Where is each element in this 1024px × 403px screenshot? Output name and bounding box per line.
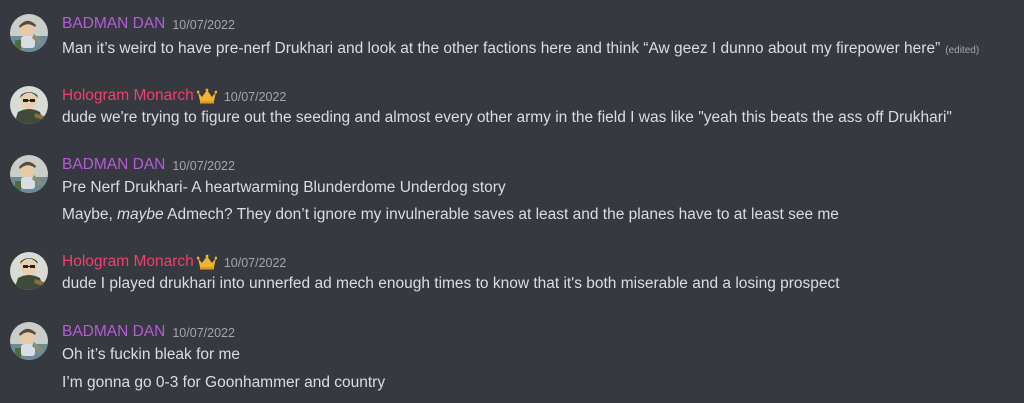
avatar-badman-dan[interactable] <box>10 322 48 360</box>
message-line: I’m gonna go 0-3 for Goonhammer and coun… <box>62 373 385 393</box>
avatar-hologram-monarch[interactable] <box>10 86 48 124</box>
message-text: dude I played drukhari into unnerfed ad … <box>62 275 840 292</box>
avatar-badman-icon <box>10 322 48 360</box>
avatar-badman-dan[interactable] <box>10 155 48 193</box>
message-header: BADMAN DAN 10/07/2022 <box>62 155 235 175</box>
username[interactable]: Hologram Monarch <box>62 87 194 105</box>
message-text: dude we're trying to figure out the seed… <box>62 109 952 126</box>
edited-label: (edited) <box>945 45 980 56</box>
message-header: Hologram Monarch 10/07/2022 <box>62 252 286 272</box>
message-line: Oh it’s fuckin bleak for me <box>62 345 240 365</box>
username[interactable]: Hologram Monarch <box>62 253 194 271</box>
timestamp: 10/07/2022 <box>172 159 235 173</box>
message-text-italic: maybe <box>117 206 164 223</box>
message-text: Pre Nerf Drukhari- A heartwarming Blunde… <box>62 179 506 196</box>
timestamp: 10/07/2022 <box>223 90 287 104</box>
avatar-badman-icon <box>10 14 48 52</box>
username[interactable]: BADMAN DAN <box>62 15 165 33</box>
message-text: I’m gonna go 0-3 for Goonhammer and coun… <box>62 374 386 391</box>
message-header: BADMAN DAN 10/07/2022 <box>62 14 235 34</box>
avatar-hologram-monarch[interactable] <box>10 252 48 290</box>
timestamp: 10/07/2022 <box>223 256 287 270</box>
username[interactable]: BADMAN DAN <box>62 323 165 341</box>
message-line: Man it’s weird to have pre-nerf Drukhari… <box>62 39 979 59</box>
avatar-badman-dan[interactable] <box>10 14 48 52</box>
username[interactable]: BADMAN DAN <box>62 156 165 174</box>
crown-icon <box>196 254 217 270</box>
message-header: BADMAN DAN 10/07/2022 <box>62 322 235 342</box>
message-text-prefix: Maybe, <box>62 206 118 223</box>
timestamp: 10/07/2022 <box>172 326 235 340</box>
message-text: Oh it’s fuckin bleak for me <box>62 346 241 363</box>
message-text: Man it’s weird to have pre-nerf Drukhari… <box>62 40 941 57</box>
message-header: Hologram Monarch 10/07/2022 <box>62 86 286 106</box>
message-line: Maybe, maybe Admech? They don’t ignore m… <box>62 205 839 225</box>
avatar-badman-icon <box>10 155 48 193</box>
message-line: dude we're trying to figure out the seed… <box>62 108 952 128</box>
chat-messages: BADMAN DAN 10/07/2022 Man it’s weird to … <box>0 0 1024 403</box>
message-line: dude I played drukhari into unnerfed ad … <box>62 274 840 294</box>
avatar-hologram-icon <box>10 86 48 124</box>
timestamp: 10/07/2022 <box>172 18 235 32</box>
message-line: Pre Nerf Drukhari- A heartwarming Blunde… <box>62 178 506 198</box>
message-text-suffix: Admech? They don’t ignore my invulnerabl… <box>163 206 839 223</box>
crown-icon <box>196 88 217 104</box>
avatar-hologram-icon <box>10 252 48 290</box>
